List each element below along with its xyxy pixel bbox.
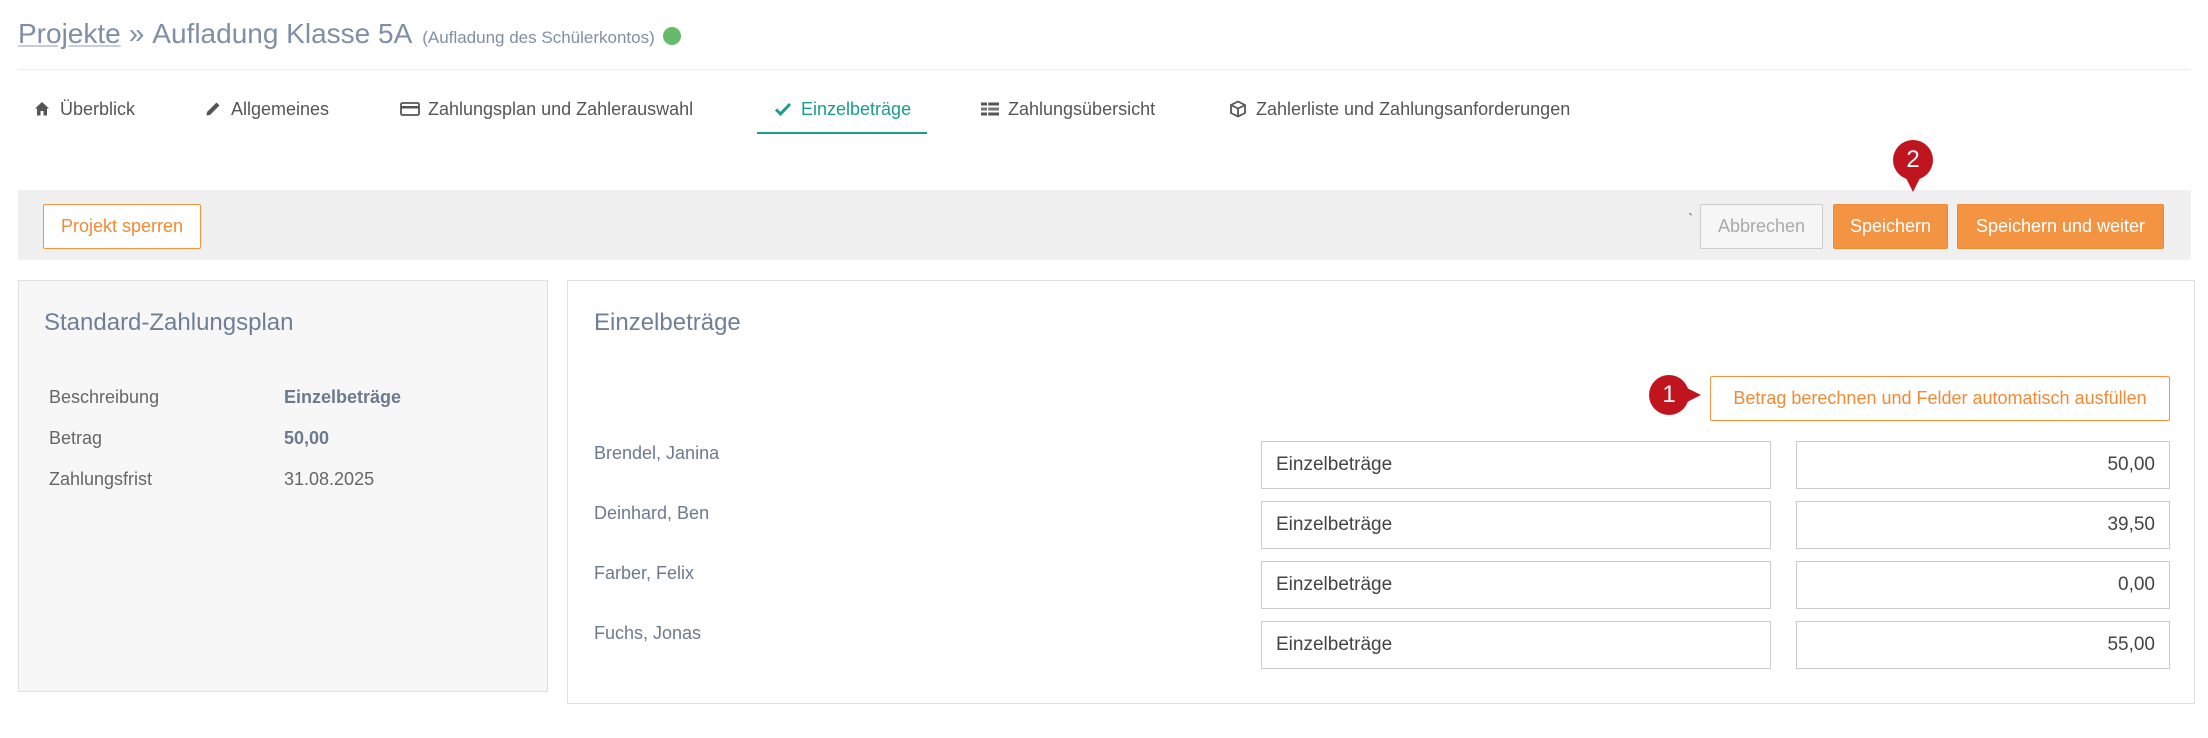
list-icon xyxy=(980,99,1000,119)
save-and-continue-button[interactable]: Speichern und weiter xyxy=(1957,204,2164,249)
payer-name: Fuchs, Jonas xyxy=(594,623,702,643)
tab-label: Allgemeines xyxy=(231,98,330,119)
payer-name: Farber, Felix xyxy=(594,563,695,583)
action-toolbar: Projekt sperren ` Abbrechen Speichern Sp… xyxy=(18,190,2191,260)
tab-zahlerliste[interactable]: Zahlerliste und Zahlungsanforderungen xyxy=(1228,86,1570,132)
annotation-marker-2: 2 xyxy=(1893,140,1933,192)
due-date-value: 31.08.2025 xyxy=(284,469,375,489)
tab-label: Zahlungsübersicht xyxy=(1008,98,1156,119)
description-label: Beschreibung xyxy=(49,387,160,407)
save-button[interactable]: Speichern xyxy=(1833,204,1948,249)
cancel-button[interactable]: Abbrechen xyxy=(1700,204,1823,249)
payer-description-field[interactable]: Einzelbeträge xyxy=(1261,621,1771,669)
description-value: Einzelbeträge xyxy=(284,387,402,407)
header-divider xyxy=(18,69,2190,70)
tab-einzelbetraege[interactable]: Einzelbeträge xyxy=(756,86,928,134)
lock-project-button[interactable]: Projekt sperren xyxy=(43,204,201,249)
einzelbetraege-panel: Einzelbeträge Betrag berechnen und Felde… xyxy=(567,280,2195,704)
home-icon xyxy=(32,99,52,119)
tab-ueberblick[interactable]: Überblick xyxy=(32,86,135,132)
tab-zahlungsuebersicht[interactable]: Zahlungsübersicht xyxy=(980,86,1155,132)
payer-name: Deinhard, Ben xyxy=(594,503,710,523)
tab-label: Überblick xyxy=(60,98,136,119)
credit-card-icon xyxy=(400,99,420,119)
payer-amount-field[interactable]: 0,00 xyxy=(1796,561,2170,609)
amount-label: Betrag xyxy=(49,428,103,448)
payer-description-field[interactable]: Einzelbeträge xyxy=(1261,561,1771,609)
standard-plan-title: Standard-Zahlungsplan xyxy=(44,309,294,336)
payer-amount-field[interactable]: 39,50 xyxy=(1796,501,2170,549)
autofill-amounts-button[interactable]: Betrag berechnen und Felder automatisch … xyxy=(1710,376,2170,421)
payer-description-field[interactable]: Einzelbeträge xyxy=(1261,441,1771,489)
payer-amount-field[interactable]: 50,00 xyxy=(1796,441,2170,489)
breadcrumb-projekte-link[interactable]: Projekte xyxy=(18,18,121,50)
standard-plan-panel: Standard-Zahlungsplan Beschreibung Einze… xyxy=(18,280,548,692)
tab-label: Zahlerliste und Zahlungsanforderungen xyxy=(1256,98,1571,119)
tab-allgemeines[interactable]: Allgemeines xyxy=(203,86,329,132)
due-date-label: Zahlungsfrist xyxy=(49,469,153,489)
page-header: Projekte » Aufladung Klasse 5A (Aufladun… xyxy=(18,18,681,62)
tab-zahlungsplan[interactable]: Zahlungsplan und Zahlerauswahl xyxy=(400,86,693,132)
payer-amount-field[interactable]: 55,00 xyxy=(1796,621,2170,669)
status-indicator xyxy=(662,27,681,45)
einzelbetraege-title: Einzelbeträge xyxy=(594,309,741,336)
breadcrumb-separator: » xyxy=(128,18,145,49)
tab-label: Einzelbeträge xyxy=(801,98,912,119)
amount-value: 50,00 xyxy=(284,428,330,448)
cube-icon xyxy=(1228,99,1248,119)
annotation-marker-1: 1 xyxy=(1649,375,1701,415)
page-subtitle: (Aufladung des Schülerkontos) xyxy=(422,28,655,47)
checkmark-icon xyxy=(773,99,793,119)
payer-description-field[interactable]: Einzelbeträge xyxy=(1261,501,1771,549)
payer-name: Brendel, Janina xyxy=(594,443,720,463)
pencil-icon xyxy=(203,99,223,119)
page-title: Aufladung Klasse 5A xyxy=(152,18,413,49)
stray-tick-text: ` xyxy=(1688,212,1694,229)
tab-label: Zahlungsplan und Zahlerauswahl xyxy=(428,98,694,119)
